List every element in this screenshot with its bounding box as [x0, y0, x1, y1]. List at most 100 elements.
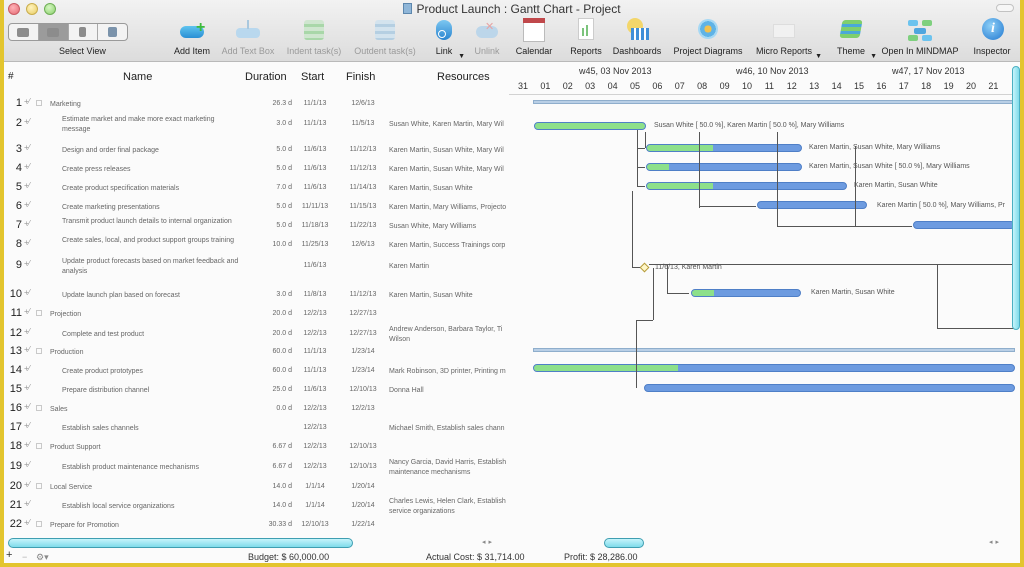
task-finish[interactable]: 12/6/13: [346, 100, 380, 107]
task-start[interactable]: 1/1/14: [300, 483, 330, 490]
calendar-button[interactable]: Calendar: [511, 18, 557, 60]
task-name[interactable]: Update product forecasts based on market…: [62, 257, 242, 277]
task-start[interactable]: 12/2/13: [300, 443, 330, 450]
task-name[interactable]: Projection: [50, 310, 240, 320]
add-subtask-icon[interactable]: +⁄: [24, 460, 30, 469]
task-duration[interactable]: 0.0 d: [252, 405, 292, 412]
summary-bar-13[interactable]: [533, 348, 1015, 352]
task-finish[interactable]: 1/20/14: [346, 502, 380, 509]
task-finish[interactable]: 1/22/14: [346, 521, 380, 528]
add-task-button[interactable]: +: [6, 549, 12, 561]
task-resources[interactable]: Susan White, Karen Martin, Mary Wil: [389, 120, 509, 130]
collapse-toggle[interactable]: [36, 521, 42, 527]
task-name[interactable]: Design and order final package: [62, 146, 252, 156]
add-subtask-icon[interactable]: +⁄: [24, 327, 30, 336]
task-finish[interactable]: 11/22/13: [346, 222, 380, 229]
add-subtask-icon[interactable]: +⁄: [24, 181, 30, 190]
outdent-tasks-button[interactable]: Outdent task(s): [351, 18, 419, 60]
task-start[interactable]: 11/1/13: [300, 367, 330, 374]
open-in-mindmap-button[interactable]: Open In MINDMAP: [880, 18, 960, 60]
reports-button[interactable]: Reports: [566, 18, 606, 60]
task-duration[interactable]: 25.0 d: [252, 386, 292, 393]
task-duration[interactable]: 6.67 d: [252, 463, 292, 470]
milestone-9[interactable]: [639, 262, 650, 273]
task-start[interactable]: 1/1/14: [300, 502, 330, 509]
task-row[interactable]: 14 +⁄ Create product prototypes 60.0 d 11/1/…: [4, 364, 509, 382]
collapse-toggle[interactable]: [36, 348, 42, 354]
task-finish[interactable]: 12/10/13: [346, 463, 380, 470]
task-name[interactable]: Establish local service organizations: [62, 502, 252, 512]
task-row[interactable]: 17 +⁄ Establish sales channels 12/2/13 Micha…: [4, 421, 509, 439]
task-start[interactable]: 11/1/13: [300, 100, 330, 107]
task-start[interactable]: 11/1/13: [300, 120, 330, 127]
col-header-num[interactable]: #: [8, 71, 14, 82]
task-resources[interactable]: Karen Martin, Susan White, Mary Wil: [389, 146, 509, 156]
task-bar-7[interactable]: [913, 221, 1015, 229]
add-subtask-icon[interactable]: +⁄: [24, 499, 30, 508]
task-start[interactable]: 11/18/13: [300, 222, 330, 229]
task-start[interactable]: 11/11/13: [300, 203, 330, 210]
table-scroll-arrows[interactable]: ◂▸: [482, 538, 495, 546]
task-start[interactable]: 12/2/13: [300, 463, 330, 470]
collapse-toggle[interactable]: [36, 405, 42, 411]
task-finish[interactable]: 1/23/14: [346, 367, 380, 374]
toolbar-toggle-button[interactable]: [996, 4, 1014, 12]
add-subtask-icon[interactable]: +⁄: [24, 219, 30, 228]
micro-reports-button[interactable]: Micro Reports ▼: [752, 18, 822, 60]
add-subtask-icon[interactable]: +⁄: [24, 440, 30, 449]
indent-tasks-button[interactable]: Indent task(s): [284, 18, 344, 60]
add-subtask-icon[interactable]: +⁄: [24, 518, 30, 527]
task-finish[interactable]: 1/23/14: [346, 348, 380, 355]
task-finish[interactable]: 11/12/13: [346, 146, 380, 153]
task-name[interactable]: Prepare for Promotion: [50, 521, 240, 531]
collapse-toggle[interactable]: [36, 310, 42, 316]
task-row[interactable]: 8 +⁄ Create sales, local, and product supp…: [4, 237, 509, 256]
task-resources[interactable]: Mark Robinson, 3D printer, Printing m: [389, 367, 509, 377]
remove-task-button[interactable]: −: [22, 552, 27, 562]
theme-button[interactable]: Theme ▼: [831, 18, 877, 60]
task-bar-14[interactable]: [533, 364, 1015, 372]
add-text-box-button[interactable]: Add Text Box: [217, 18, 279, 60]
task-duration[interactable]: 20.0 d: [252, 330, 292, 337]
add-subtask-icon[interactable]: +⁄: [24, 402, 30, 411]
task-finish[interactable]: 12/27/13: [346, 310, 380, 317]
task-finish[interactable]: 12/10/13: [346, 386, 380, 393]
task-duration[interactable]: 20.0 d: [252, 310, 292, 317]
task-name[interactable]: Sales: [50, 405, 240, 415]
add-subtask-icon[interactable]: +⁄: [24, 117, 30, 126]
col-header-finish[interactable]: Finish: [346, 71, 375, 83]
task-start[interactable]: 12/2/13: [300, 310, 330, 317]
task-duration[interactable]: 60.0 d: [252, 367, 292, 374]
task-start[interactable]: 11/8/13: [300, 291, 330, 298]
task-duration[interactable]: 5.0 d: [252, 146, 292, 153]
task-row[interactable]: 13 +⁄ Production 60.0 d 11/1/13 1/23/14: [4, 345, 509, 363]
task-resources[interactable]: Karen Martin, Mary Williams, Projecto: [389, 203, 509, 213]
view-segment-gantt[interactable]: [9, 24, 39, 40]
summary-bar-1[interactable]: [533, 100, 1015, 104]
add-subtask-icon[interactable]: +⁄: [24, 97, 30, 106]
task-name[interactable]: Create product specification materials: [62, 184, 252, 194]
add-subtask-icon[interactable]: +⁄: [24, 364, 30, 373]
task-finish[interactable]: 11/5/13: [346, 120, 380, 127]
task-resources[interactable]: Karen Martin, Susan White, Mary Wil: [389, 165, 509, 175]
task-resources[interactable]: Karen Martin: [389, 262, 509, 272]
task-resources[interactable]: Andrew Anderson, Barbara Taylor, Ti Wils…: [389, 325, 509, 345]
task-row[interactable]: 18 +⁄ Product Support 6.67 d 12/2/13 12/10/13: [4, 440, 509, 458]
task-row[interactable]: 9 +⁄ Update product forecasts based on mar…: [4, 257, 509, 277]
task-start[interactable]: 11/6/13: [300, 165, 330, 172]
task-duration[interactable]: 5.0 d: [252, 203, 292, 210]
task-name[interactable]: Marketing: [50, 100, 240, 110]
add-subtask-icon[interactable]: +⁄: [24, 288, 30, 297]
task-start[interactable]: 11/1/13: [300, 348, 330, 355]
add-subtask-icon[interactable]: +⁄: [24, 259, 30, 268]
task-row[interactable]: 16 +⁄ Sales 0.0 d 12/2/13 12/2/13: [4, 402, 509, 420]
vertical-scrollbar[interactable]: [1012, 66, 1020, 466]
add-subtask-icon[interactable]: +⁄: [24, 480, 30, 489]
task-duration[interactable]: 3.0 d: [252, 291, 292, 298]
task-row[interactable]: 4 +⁄ Create press releases 5.0 d 11/6/13 11/1…: [4, 162, 509, 180]
task-bar-10[interactable]: [691, 289, 801, 297]
select-view-control[interactable]: [8, 23, 128, 41]
task-duration[interactable]: 3.0 d: [252, 120, 292, 127]
task-start[interactable]: 11/6/13: [300, 262, 330, 269]
gantt-horizontal-scroll-thumb[interactable]: [604, 538, 644, 548]
